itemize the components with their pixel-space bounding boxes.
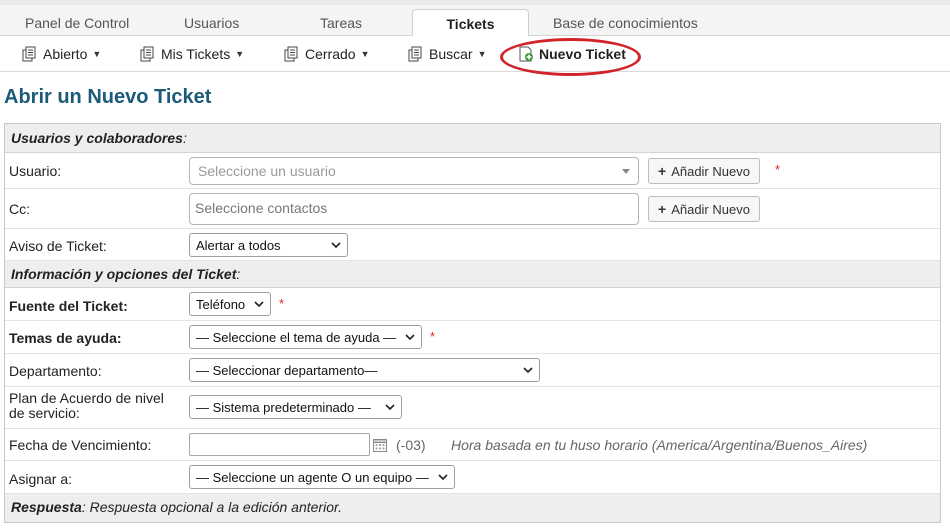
tab-usuarios[interactable]: Usuarios	[184, 10, 239, 36]
temas-label: Temas de ayuda:	[9, 330, 122, 346]
section-info-colon: :	[236, 266, 241, 282]
chevron-down-icon	[385, 404, 395, 411]
fuente-label: Fuente del Ticket:	[9, 298, 128, 314]
tickets-icon	[22, 46, 36, 62]
subnav-buscar[interactable]: Buscar ▼	[408, 45, 487, 63]
subnav-nuevo-ticket-label: Nuevo Ticket	[539, 46, 626, 62]
subnav-mis-tickets[interactable]: Mis Tickets ▼	[140, 45, 244, 63]
subnav-mis-tickets-label: Mis Tickets	[161, 46, 231, 62]
subnav-buscar-label: Buscar	[429, 46, 473, 62]
sla-label: Plan de Acuerdo de nivel de servicio:	[9, 391, 164, 421]
row-departamento: Departamento: — Seleccionar departamento…	[5, 354, 940, 387]
asignar-label: Asignar a:	[9, 471, 73, 487]
sla-label-line-2: de servicio:	[9, 405, 80, 421]
row-sla: Plan de Acuerdo de nivel de servicio: — …	[5, 387, 940, 429]
cc-placeholder: Seleccione contactos	[195, 200, 328, 216]
usuario-placeholder: Seleccione un usuario	[198, 163, 336, 179]
depto-label: Departamento:	[9, 363, 102, 379]
subnav-cerrado[interactable]: Cerrado ▼	[284, 45, 370, 63]
sla-label-line-1: Plan de Acuerdo de nivel	[9, 390, 164, 406]
caret-down-icon: ▼	[477, 49, 487, 59]
fecha-label: Fecha de Vencimiento:	[9, 437, 152, 453]
required-marker: *	[279, 296, 285, 311]
section-users-label: Usuarios y colaboradores	[11, 130, 183, 146]
plus-icon: +	[658, 201, 667, 217]
new-ticket-icon	[519, 46, 533, 62]
aviso-value: Alertar a todos	[196, 237, 281, 253]
row-usuario: Usuario: Seleccione un usuario + Añadir N…	[5, 153, 940, 189]
fuente-value: Teléfono	[196, 296, 246, 312]
asignar-select[interactable]: — Seleccione un agente O un equipo —	[189, 465, 455, 489]
section-info-title: Información y opciones del Ticket:	[11, 266, 240, 282]
sub-nav: Abierto ▼ Mis Tickets ▼ Cerrado ▼ Buscar ▼ N…	[0, 36, 950, 72]
add-new-label: Añadir Nuevo	[671, 201, 750, 217]
depto-select[interactable]: — Seleccionar departamento—	[189, 358, 540, 382]
subnav-cerrado-label: Cerrado	[305, 46, 356, 62]
depto-value: — Seleccionar departamento—	[196, 362, 378, 378]
row-cc: Cc: Seleccione contactos + Añadir Nuevo	[5, 189, 940, 229]
ticket-form: Usuarios y colaboradores: Usuario: Selec…	[4, 123, 941, 523]
add-new-label: Añadir Nuevo	[671, 163, 750, 179]
row-asignar: Asignar a: — Seleccione un agente O un e…	[5, 461, 940, 494]
tickets-icon	[408, 46, 422, 62]
section-response-note: : Respuesta opcional a la edición anteri…	[81, 499, 343, 515]
caret-down-icon: ▼	[360, 49, 370, 59]
caret-down-icon: ▼	[92, 49, 102, 59]
dropdown-arrow-icon	[622, 168, 630, 174]
section-response-title: Respuesta: Respuesta opcional a la edici…	[11, 499, 342, 515]
section-info: Información y opciones del Ticket:	[5, 261, 940, 288]
section-users: Usuarios y colaboradores:	[5, 124, 940, 153]
chevron-down-icon	[405, 334, 415, 341]
chevron-down-icon	[438, 474, 448, 481]
plus-icon: +	[658, 163, 667, 179]
chevron-down-icon	[523, 367, 533, 374]
calendar-icon[interactable]	[373, 438, 387, 452]
row-temas: Temas de ayuda: — Seleccione el tema de …	[5, 321, 940, 354]
subnav-abierto-label: Abierto	[43, 46, 88, 62]
section-users-title: Usuarios y colaboradores:	[11, 130, 187, 146]
row-fecha: Fecha de Vencimiento: (-03) Hora basada …	[5, 429, 940, 461]
section-response-label: Respuesta	[11, 499, 82, 515]
timezone-hint: Hora basada en tu huso horario (America/…	[451, 437, 868, 453]
row-aviso: Aviso de Ticket: Alertar a todos	[5, 229, 940, 261]
asignar-value: — Seleccione un agente O un equipo —	[196, 469, 429, 485]
required-marker: *	[775, 162, 781, 177]
tickets-icon	[140, 46, 154, 62]
top-tabs: Panel de Control Usuarios Tareas Tickets…	[0, 0, 950, 41]
timezone-offset: (-03)	[396, 437, 426, 453]
tickets-icon	[284, 46, 298, 62]
aviso-select[interactable]: Alertar a todos	[189, 233, 348, 257]
sla-value: — Sistema predeterminado —	[196, 399, 371, 415]
tab-panel-de-control[interactable]: Panel de Control	[25, 10, 129, 36]
page-title: Abrir un Nuevo Ticket	[4, 86, 212, 108]
section-response: Respuesta: Respuesta opcional a la edici…	[5, 494, 940, 522]
section-users-colon: :	[182, 130, 187, 146]
cc-label: Cc:	[9, 201, 30, 217]
fuente-select[interactable]: Teléfono	[189, 292, 271, 316]
cc-field[interactable]: Seleccione contactos	[189, 193, 639, 225]
required-marker: *	[430, 329, 436, 344]
row-fuente: Fuente del Ticket: Teléfono *	[5, 288, 940, 321]
usuario-add-new-button[interactable]: + Añadir Nuevo	[648, 158, 760, 184]
sla-select[interactable]: — Sistema predeterminado —	[189, 395, 402, 419]
usuario-label: Usuario:	[9, 163, 62, 179]
tab-tareas[interactable]: Tareas	[320, 10, 362, 36]
subnav-abierto[interactable]: Abierto ▼	[22, 45, 101, 63]
fecha-input[interactable]	[189, 433, 370, 456]
chevron-down-icon	[331, 242, 341, 249]
chevron-down-icon	[254, 301, 264, 308]
section-info-label: Información y opciones del Ticket	[11, 266, 237, 282]
tab-base-de-conocimientos[interactable]: Base de conocimientos	[553, 10, 698, 36]
subnav-nuevo-ticket[interactable]: Nuevo Ticket	[518, 45, 626, 63]
temas-select[interactable]: — Seleccione el tema de ayuda —	[189, 325, 422, 349]
usuario-select[interactable]: Seleccione un usuario	[189, 157, 639, 185]
temas-value: — Seleccione el tema de ayuda —	[196, 329, 397, 345]
cc-add-new-button[interactable]: + Añadir Nuevo	[648, 196, 760, 222]
caret-down-icon: ▼	[235, 49, 245, 59]
aviso-label: Aviso de Ticket:	[9, 238, 107, 254]
